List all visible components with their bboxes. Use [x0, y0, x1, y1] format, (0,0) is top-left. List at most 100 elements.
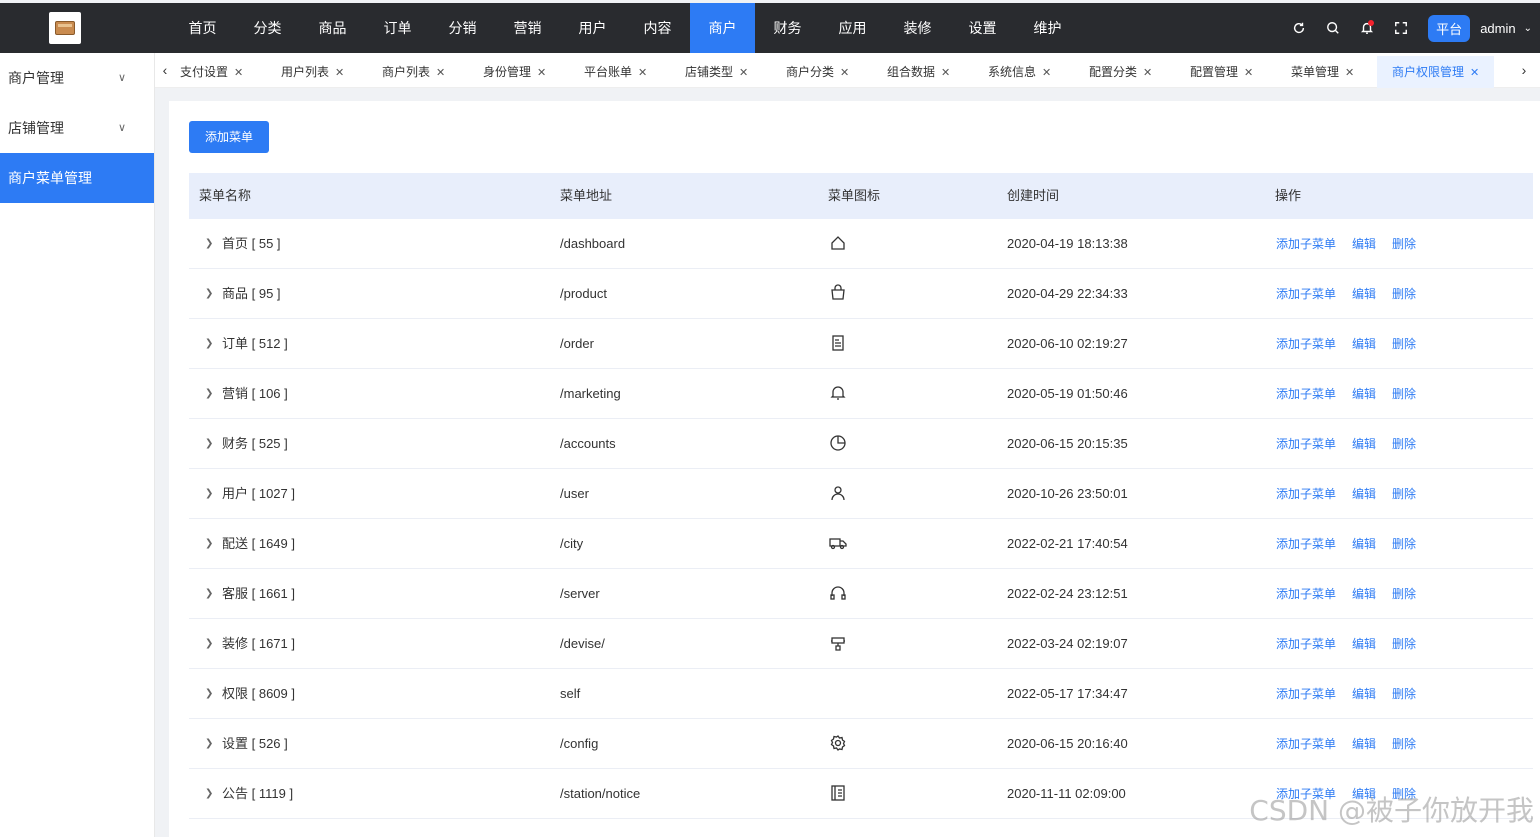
- delete-link[interactable]: 删除: [1392, 737, 1416, 751]
- sidebar-item-2[interactable]: 商户菜单管理: [0, 153, 154, 203]
- refresh-icon[interactable]: [1282, 3, 1316, 53]
- tab-4[interactable]: 平台账单 ✕: [584, 56, 647, 88]
- close-icon[interactable]: ✕: [234, 67, 243, 79]
- nav-item-5[interactable]: 营销: [495, 3, 560, 53]
- nav-item-4[interactable]: 分销: [430, 3, 495, 53]
- tab-7[interactable]: 组合数据 ✕: [887, 56, 950, 88]
- edit-link[interactable]: 编辑: [1352, 637, 1376, 651]
- close-icon[interactable]: ✕: [1244, 67, 1253, 79]
- tab-9[interactable]: 配置分类 ✕: [1089, 56, 1152, 88]
- delete-link[interactable]: 删除: [1392, 287, 1416, 301]
- delete-link[interactable]: 删除: [1392, 337, 1416, 351]
- expand-chevron-icon[interactable]: ❯: [205, 569, 213, 619]
- add-submenu-link[interactable]: 添加子菜单: [1276, 237, 1336, 251]
- delete-link[interactable]: 删除: [1392, 637, 1416, 651]
- tab-5[interactable]: 店铺类型 ✕: [685, 56, 748, 88]
- chevron-down-icon[interactable]: ∨: [118, 103, 126, 153]
- expand-chevron-icon[interactable]: ❯: [205, 769, 213, 819]
- tab-11[interactable]: 菜单管理 ✕: [1291, 56, 1354, 88]
- add-submenu-link[interactable]: 添加子菜单: [1276, 537, 1336, 551]
- nav-item-0[interactable]: 首页: [170, 3, 235, 53]
- expand-chevron-icon[interactable]: ❯: [205, 719, 213, 769]
- tab-12[interactable]: 商户权限管理 ✕: [1377, 56, 1495, 88]
- add-menu-button[interactable]: 添加菜单: [189, 121, 269, 153]
- edit-link[interactable]: 编辑: [1352, 437, 1376, 451]
- nav-item-13[interactable]: 维护: [1015, 3, 1080, 53]
- nav-item-9[interactable]: 财务: [755, 3, 820, 53]
- expand-chevron-icon[interactable]: ❯: [205, 469, 213, 519]
- close-icon[interactable]: ✕: [840, 67, 849, 79]
- admin-user[interactable]: admin: [1480, 21, 1515, 36]
- delete-link[interactable]: 删除: [1392, 437, 1416, 451]
- add-submenu-link[interactable]: 添加子菜单: [1276, 387, 1336, 401]
- add-submenu-link[interactable]: 添加子菜单: [1276, 637, 1336, 651]
- add-submenu-link[interactable]: 添加子菜单: [1276, 437, 1336, 451]
- nav-item-1[interactable]: 分类: [235, 3, 300, 53]
- chevron-down-icon[interactable]: ∨: [118, 53, 126, 103]
- close-icon[interactable]: ✕: [1042, 67, 1051, 79]
- close-icon[interactable]: ✕: [739, 67, 748, 79]
- delete-link[interactable]: 删除: [1392, 387, 1416, 401]
- edit-link[interactable]: 编辑: [1352, 737, 1376, 751]
- close-icon[interactable]: ✕: [436, 67, 445, 79]
- expand-chevron-icon[interactable]: ❯: [205, 519, 213, 569]
- add-submenu-link[interactable]: 添加子菜单: [1276, 687, 1336, 701]
- delete-link[interactable]: 删除: [1392, 537, 1416, 551]
- nav-item-11[interactable]: 装修: [885, 3, 950, 53]
- expand-chevron-icon[interactable]: ❯: [205, 419, 213, 469]
- nav-item-3[interactable]: 订单: [365, 3, 430, 53]
- close-icon[interactable]: ✕: [941, 67, 950, 79]
- close-icon[interactable]: ✕: [1345, 67, 1354, 79]
- edit-link[interactable]: 编辑: [1352, 537, 1376, 551]
- delete-link[interactable]: 删除: [1392, 687, 1416, 701]
- close-icon[interactable]: ✕: [537, 67, 546, 79]
- delete-link[interactable]: 删除: [1392, 487, 1416, 501]
- edit-link[interactable]: 编辑: [1352, 287, 1376, 301]
- nav-item-10[interactable]: 应用: [820, 3, 885, 53]
- nav-item-2[interactable]: 商品: [300, 3, 365, 53]
- add-submenu-link[interactable]: 添加子菜单: [1276, 287, 1336, 301]
- nav-item-6[interactable]: 用户: [560, 3, 625, 53]
- chevron-right-icon[interactable]: ›: [1514, 53, 1534, 88]
- tab-8[interactable]: 系统信息 ✕: [988, 56, 1051, 88]
- nav-item-7[interactable]: 内容: [625, 3, 690, 53]
- add-submenu-link[interactable]: 添加子菜单: [1276, 487, 1336, 501]
- edit-link[interactable]: 编辑: [1352, 587, 1376, 601]
- search-icon[interactable]: [1316, 3, 1350, 53]
- sidebar-item-0[interactable]: 商户管理 ∨: [0, 53, 154, 103]
- sidebar-item-1[interactable]: 店铺管理 ∨: [0, 103, 154, 153]
- expand-chevron-icon[interactable]: ❯: [205, 369, 213, 419]
- close-icon[interactable]: ✕: [1470, 67, 1479, 79]
- fullscreen-icon[interactable]: [1384, 3, 1418, 53]
- tab-10[interactable]: 配置管理 ✕: [1190, 56, 1253, 88]
- expand-chevron-icon[interactable]: ❯: [205, 319, 213, 369]
- chevron-down-icon[interactable]: ⌄: [1524, 23, 1532, 34]
- add-submenu-link[interactable]: 添加子菜单: [1276, 737, 1336, 751]
- chevron-left-icon[interactable]: ‹: [155, 53, 175, 88]
- delete-link[interactable]: 删除: [1392, 237, 1416, 251]
- expand-chevron-icon[interactable]: ❯: [205, 219, 213, 269]
- close-icon[interactable]: ✕: [335, 67, 344, 79]
- edit-link[interactable]: 编辑: [1352, 337, 1376, 351]
- delete-link[interactable]: 删除: [1392, 587, 1416, 601]
- expand-chevron-icon[interactable]: ❯: [205, 669, 213, 719]
- tab-2[interactable]: 商户列表 ✕: [382, 56, 445, 88]
- tab-1[interactable]: 用户列表 ✕: [281, 56, 344, 88]
- nav-item-12[interactable]: 设置: [950, 3, 1015, 53]
- edit-link[interactable]: 编辑: [1352, 387, 1376, 401]
- platform-button[interactable]: 平台: [1428, 14, 1471, 42]
- logo[interactable]: [49, 12, 81, 44]
- notification-bell-icon[interactable]: [1350, 3, 1384, 53]
- tab-0[interactable]: 支付设置 ✕: [180, 56, 243, 88]
- edit-link[interactable]: 编辑: [1352, 687, 1376, 701]
- expand-chevron-icon[interactable]: ❯: [205, 269, 213, 319]
- nav-item-8[interactable]: 商户: [690, 3, 755, 53]
- tab-6[interactable]: 商户分类 ✕: [786, 56, 849, 88]
- add-submenu-link[interactable]: 添加子菜单: [1276, 337, 1336, 351]
- close-icon[interactable]: ✕: [638, 67, 647, 79]
- edit-link[interactable]: 编辑: [1352, 237, 1376, 251]
- close-icon[interactable]: ✕: [1143, 67, 1152, 79]
- tab-3[interactable]: 身份管理 ✕: [483, 56, 546, 88]
- edit-link[interactable]: 编辑: [1352, 487, 1376, 501]
- expand-chevron-icon[interactable]: ❯: [205, 619, 213, 669]
